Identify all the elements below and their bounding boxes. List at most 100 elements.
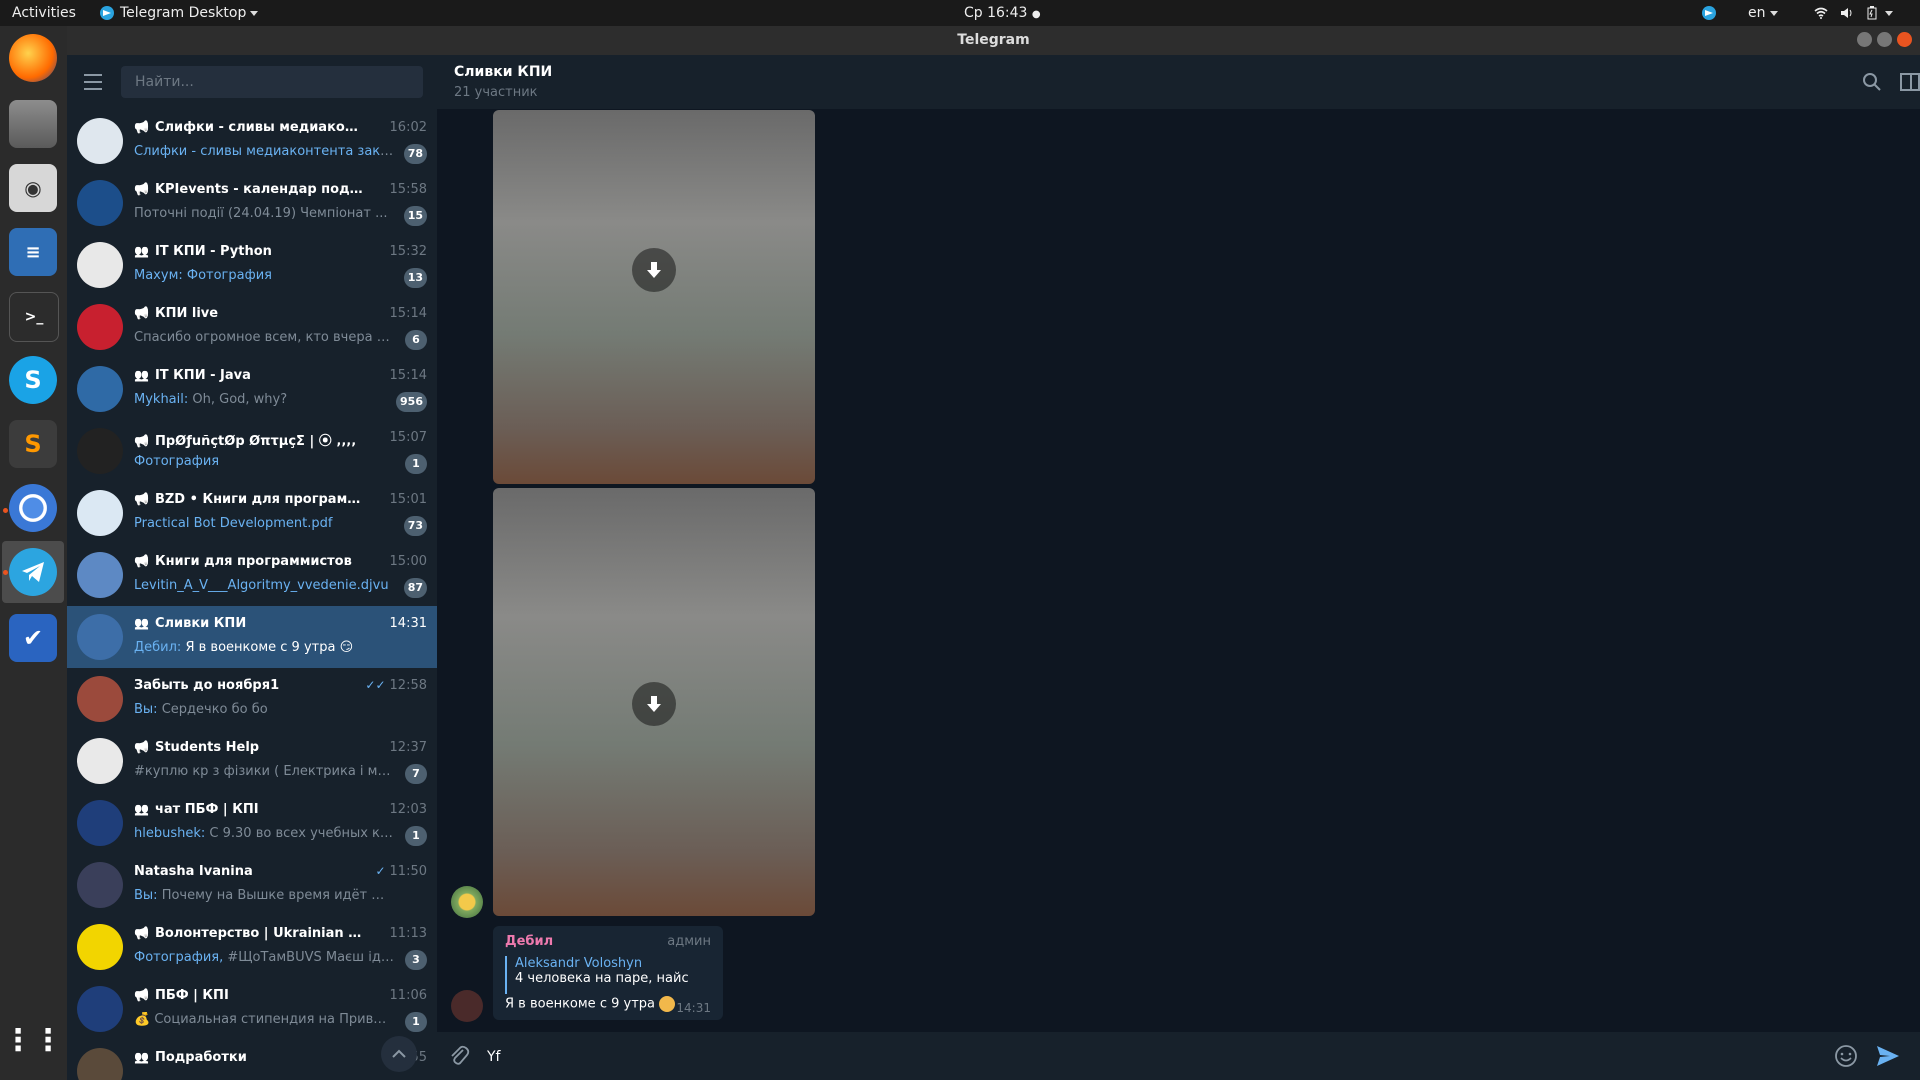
- preview-sender: hlebushek:: [134, 826, 210, 841]
- chat-list-item[interactable]: 📢 Волонтерство | Ukrainian Voluntee... 11:…: [67, 916, 437, 978]
- chat-preview: Спасибо огромное всем, кто вчера подд...: [134, 330, 394, 345]
- channel-icon: 📢: [134, 306, 149, 320]
- unread-badge: 956: [396, 392, 427, 412]
- message-text: Я в военкоме с 9 утра: [505, 996, 655, 1012]
- search-input[interactable]: [121, 66, 423, 98]
- send-icon[interactable]: [1875, 1043, 1901, 1069]
- clock[interactable]: Ср 16:43 ●: [964, 0, 1041, 26]
- chromium-icon[interactable]: [9, 484, 57, 532]
- chat-title[interactable]: Сливки КПИ: [454, 64, 552, 80]
- chat-time-text: 15:32: [389, 244, 427, 259]
- show-applications-icon[interactable]: ⋮⋮: [3, 1016, 63, 1064]
- message-input[interactable]: [485, 1042, 1789, 1072]
- message-sender[interactable]: Дебил: [505, 934, 553, 949]
- chat-list-item[interactable]: 📢 КПИ live 15:14 Спасибо огромное всем, кто…: [67, 296, 437, 358]
- chat-name: 👥 IT КПИ - Java: [134, 368, 364, 383]
- chat-list-item[interactable]: 📢 Students Help 12:37 #куплю кр з фізики ( …: [67, 730, 437, 792]
- window-title: Telegram: [957, 32, 1030, 48]
- files-icon[interactable]: [9, 100, 57, 148]
- chat-list-item[interactable]: 👥 чат ПБФ | КПІ 12:03 hlebushek: С 9.30 во …: [67, 792, 437, 854]
- chat-time-text: 11:50: [389, 864, 427, 879]
- photo-message[interactable]: [493, 110, 815, 484]
- download-icon[interactable]: [632, 682, 676, 726]
- activities-button[interactable]: Activities: [12, 0, 76, 26]
- chat-time: ✓✓ 12:58: [365, 678, 427, 693]
- sublime-text-icon[interactable]: S: [9, 420, 57, 468]
- unread-badge: 15: [403, 206, 427, 226]
- running-indicator: [3, 508, 8, 513]
- app-menu[interactable]: Telegram Desktop: [100, 0, 259, 26]
- download-icon[interactable]: [632, 248, 676, 292]
- attach-icon[interactable]: [447, 1044, 471, 1068]
- wifi-icon: [1814, 7, 1828, 19]
- avatar: [77, 118, 123, 164]
- unread-badge: 1: [405, 826, 427, 846]
- group-icon: 👥: [134, 802, 149, 816]
- unread-badge: 87: [403, 578, 427, 598]
- avatar: [77, 862, 123, 908]
- chat-list-item[interactable]: 📢 ПБФ | КПІ 11:06 💰 Социальная стипендия на…: [67, 978, 437, 1040]
- message-area: Дебил админ Aleksandr Voloshyn 4 человек…: [437, 110, 1920, 1032]
- chat-time-text: 15:58: [389, 182, 427, 197]
- language-indicator[interactable]: en: [1748, 0, 1778, 26]
- emoji-icon[interactable]: [1833, 1043, 1859, 1069]
- avatar[interactable]: [451, 990, 483, 1022]
- chat-time: 11:06: [390, 988, 427, 1003]
- firefox-icon[interactable]: [9, 34, 57, 82]
- skype-icon[interactable]: S: [9, 356, 57, 404]
- chat-time-text: 12:37: [389, 740, 427, 755]
- preview-text: С 9.30 во всех учебных корпу...: [209, 826, 394, 841]
- photo-message[interactable]: [493, 488, 815, 916]
- chat-name: 📢 ПрØƒuñçtØр ØπτµçΣ | ⦿ ‚‚‚‚: [134, 430, 364, 449]
- terminal-icon[interactable]: >_: [9, 292, 59, 342]
- unread-badge: 13: [403, 268, 427, 288]
- rhythmbox-icon[interactable]: ◉: [9, 164, 57, 212]
- avatar: [77, 490, 123, 536]
- message-bubble[interactable]: Дебил админ Aleksandr Voloshyn 4 человек…: [493, 926, 723, 1020]
- preview-text: Почему на Вышке время идёт медленне...: [161, 888, 394, 903]
- reply-quote[interactable]: Aleksandr Voloshyn 4 человека на паре, н…: [505, 956, 705, 994]
- chat-list-item[interactable]: Забыть до ноября1 ✓✓ 12:58 Вы: Сердечко бо …: [67, 668, 437, 730]
- chat-list-item[interactable]: 📢 KPIevents - календар подій КПІ 15:58Пото…: [67, 172, 437, 234]
- unread-badge: 78: [403, 144, 427, 164]
- group-icon: 👥: [134, 368, 149, 382]
- sidebar-toggle-icon[interactable]: [1898, 70, 1920, 94]
- chat-list-item[interactable]: 📢 Книги для программистов 15:00 Levitin_A_V…: [67, 544, 437, 606]
- chat-list-item[interactable]: 📢 BZD • Книги для программистов 15:01 Pract…: [67, 482, 437, 544]
- notification-dot-icon: ●: [1031, 9, 1041, 20]
- minimize-button[interactable]: [1857, 32, 1872, 47]
- chat-list-item[interactable]: 👥 IT КПИ - Python 15:32 Махум: Фотография 13: [67, 234, 437, 296]
- chat-list-item[interactable]: Natasha Ivanina ✓ 11:50 Вы: Почему на Вышке…: [67, 854, 437, 916]
- preview-text: Поточні події (24.04.19) Чемпіонат ...: [134, 206, 388, 221]
- chat-name-text: Забыть до ноября1: [134, 678, 280, 693]
- chat-name-text: IT КПИ - Python: [154, 244, 272, 259]
- telegram-indicator[interactable]: [1702, 0, 1722, 26]
- chat-name-text: Слифки - сливы медиаконтента: [154, 120, 364, 135]
- avatar[interactable]: [451, 886, 483, 918]
- avatar: [77, 986, 123, 1032]
- avatar: [77, 428, 123, 474]
- scroll-up-button[interactable]: [381, 1036, 417, 1072]
- chat-list-item[interactable]: 📢 ПрØƒuñçtØр ØπτµçΣ | ⦿ ‚‚‚‚ 15:07 Фотограф…: [67, 420, 437, 482]
- chat-preview: Levitin_A_V___Algoritmy_vvedenie.djvu: [134, 578, 394, 593]
- channel-icon: 📢: [134, 926, 149, 940]
- chat-preview: Поточні події (24.04.19) Чемпіонат ...: [134, 206, 394, 221]
- system-status-menu[interactable]: [1814, 0, 1894, 26]
- writer-icon[interactable]: ≡: [9, 228, 57, 276]
- hamburger-menu-icon[interactable]: [84, 74, 102, 90]
- maximize-button[interactable]: [1877, 32, 1892, 47]
- chat-list-item[interactable]: 👥 Сливки КПИ 14:31 Дебил: Я в военкоме с 9 …: [67, 606, 437, 668]
- search-icon[interactable]: [1860, 70, 1884, 94]
- window-title-bar: Telegram: [67, 26, 1920, 55]
- tasks-icon[interactable]: ✔: [9, 614, 57, 662]
- chat-preview: Фотография: [134, 454, 394, 469]
- chat-time-text: 14:31: [389, 616, 427, 631]
- chat-list-item[interactable]: 📢 Слифки - сливы медиаконтента 16:02 Слифки…: [67, 110, 437, 172]
- chat-list-item[interactable]: 👥 IT КПИ - Java 15:14 Mykhail: Oh, God, why…: [67, 358, 437, 420]
- chat-time: 11:13: [390, 926, 427, 941]
- activities-label: Activities: [12, 5, 76, 21]
- avatar: [77, 676, 123, 722]
- close-button[interactable]: [1897, 32, 1912, 47]
- unread-badge: 1: [405, 1012, 427, 1032]
- telegram-icon[interactable]: [9, 548, 57, 596]
